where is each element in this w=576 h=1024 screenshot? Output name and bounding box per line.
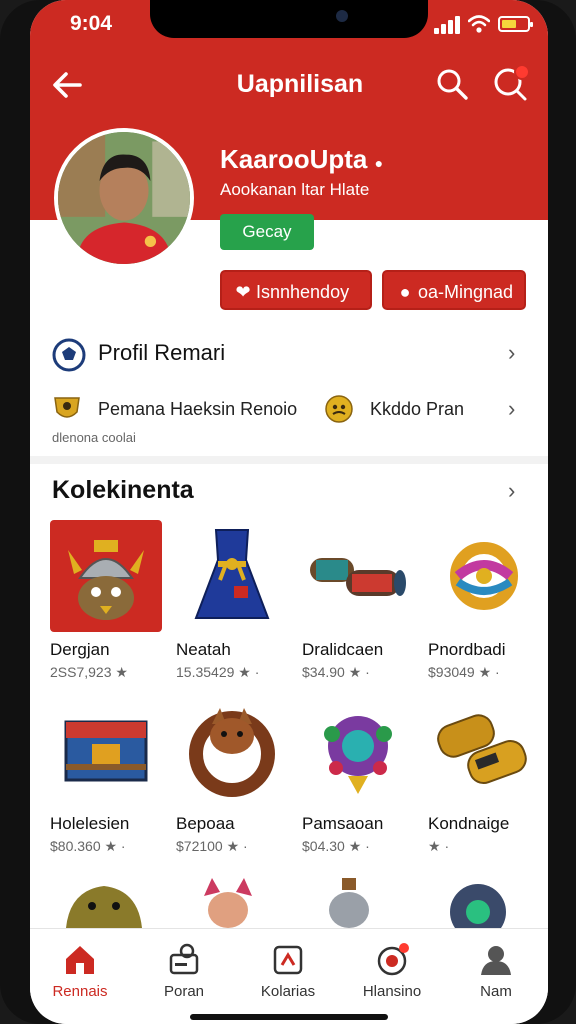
profile-card-icon xyxy=(169,943,199,975)
item-peek-icon xyxy=(66,886,142,928)
award-item[interactable]: Kkddo Pran › xyxy=(324,394,524,424)
tab-account[interactable]: Nam xyxy=(446,939,546,1009)
battery-icon xyxy=(498,16,533,32)
collection-item[interactable]: Pamsaoan $04.30 ★ · xyxy=(302,694,420,854)
awards-note: dlenona coolai xyxy=(52,430,136,445)
collection-item[interactable]: Kondnaige ★ · xyxy=(428,694,546,854)
message-search-button[interactable] xyxy=(492,64,530,102)
chevron-right-icon: › xyxy=(508,396,516,421)
collection-item[interactable]: Dralidcaen $34.90 ★ · xyxy=(302,520,420,680)
avatar[interactable] xyxy=(54,128,194,268)
search-icon[interactable] xyxy=(434,66,470,102)
phone-frame: 9:04 Uapnilisan KaarooUpta ● Aookanan lt… xyxy=(0,0,576,1024)
device-notch xyxy=(150,0,428,38)
viking-helmet-icon xyxy=(50,520,162,632)
item-peek-icon xyxy=(329,878,369,928)
user-icon xyxy=(481,946,511,975)
tab-collection[interactable]: Kolarias xyxy=(238,939,338,1009)
status-time: 9:04 xyxy=(70,12,113,35)
gem-amulet-icon xyxy=(324,716,392,794)
item-peek-icon xyxy=(450,884,506,928)
notification-icon xyxy=(377,943,409,976)
tab-profile[interactable]: Poran xyxy=(134,939,234,1009)
item-peek-icon xyxy=(204,878,252,928)
knot-ring-icon xyxy=(450,542,518,610)
gold-medal-icon xyxy=(325,395,353,423)
player-subtitle: Aookanan ltar Hlate xyxy=(220,180,370,199)
message-button[interactable]: ● oa-Mingnad xyxy=(382,270,526,310)
cellular-signal-icon xyxy=(434,16,462,34)
status-badge[interactable]: Gecay xyxy=(220,214,314,250)
player-name: KaarooUpta ● xyxy=(220,144,384,174)
tab-notifications[interactable]: Hlansino xyxy=(342,939,442,1009)
heart-icon: ❤ xyxy=(235,282,251,302)
collection-item[interactable]: Dergjan 2SS7,923 ★ xyxy=(50,520,168,680)
home-icon xyxy=(66,946,94,974)
blue-dress-icon xyxy=(194,529,270,619)
gold-shield-icon xyxy=(54,397,80,418)
player-photo xyxy=(58,132,190,264)
follow-button[interactable]: ❤ Isnnhendoy xyxy=(220,270,372,310)
notification-dot xyxy=(514,64,530,80)
award-item[interactable]: Pemana Haeksin Renoio xyxy=(52,394,312,424)
tab-home[interactable]: Rennais xyxy=(30,939,130,1009)
collection-icon xyxy=(273,945,303,975)
soccer-ball-icon xyxy=(52,338,86,372)
profile-section-row[interactable]: Profil Remari › xyxy=(52,338,522,372)
page-title: Uapnilisan xyxy=(236,70,364,98)
app-screen: 9:04 Uapnilisan KaarooUpta ● Aookanan lt… xyxy=(30,0,548,1024)
collection-item[interactable]: Neatah 15.35429 ★ · xyxy=(176,520,294,680)
profile-section-title: Profil Remari xyxy=(98,340,226,365)
back-arrow-icon[interactable] xyxy=(48,66,86,104)
wifi-icon xyxy=(468,15,490,33)
section-divider xyxy=(30,456,548,464)
golden-bracers-icon xyxy=(437,714,527,785)
treasure-chest-icon xyxy=(64,720,148,782)
fox-ring-icon xyxy=(189,708,275,797)
collection-item[interactable]: Bepoaa $72100 ★ · xyxy=(176,694,294,854)
pin-icon: ● xyxy=(399,282,411,302)
collection-item[interactable]: Pnordbadi $93049 ★ · xyxy=(428,520,546,680)
home-indicator xyxy=(190,1014,388,1020)
chevron-right-icon: › xyxy=(508,340,516,365)
scroll-rolls-icon xyxy=(310,558,406,596)
bottom-tab-bar: Rennais Poran Kolarias Hlansino Nam xyxy=(30,928,548,1024)
chevron-right-icon[interactable]: › xyxy=(508,480,524,502)
collection-title: Kolekinenta xyxy=(52,476,194,504)
collection-item[interactable]: Holelesien $80.360 ★ · xyxy=(50,694,168,854)
